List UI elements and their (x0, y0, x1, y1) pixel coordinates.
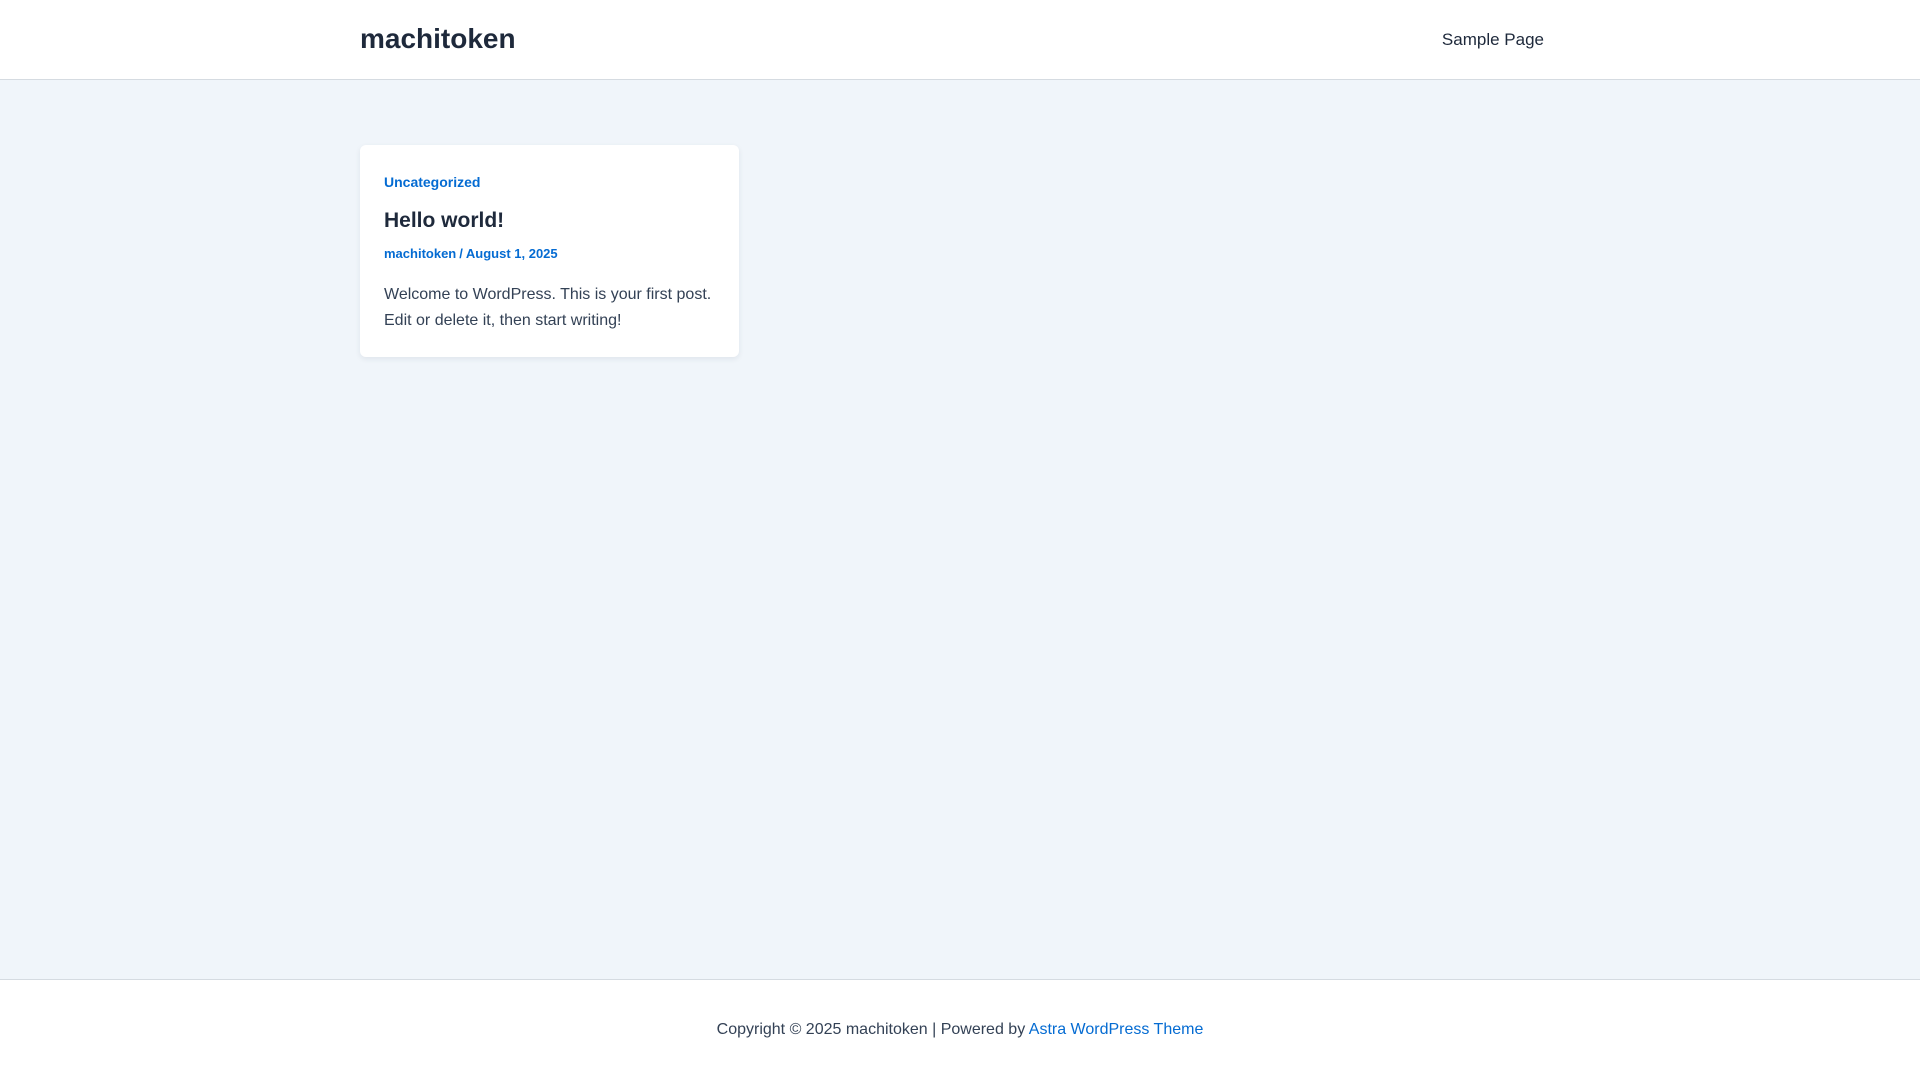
nav-item-sample-page[interactable]: Sample Page (1442, 30, 1544, 50)
post-meta: machitoken / August 1, 2025 (384, 246, 558, 262)
post-date-link[interactable]: August 1, 2025 (466, 246, 558, 261)
main-navigation: Sample Page (1442, 0, 1544, 80)
post-excerpt: Welcome to WordPress. This is your first… (384, 286, 712, 329)
copyright-text: Copyright © 2025 machitoken | Powered by (716, 1021, 1026, 1038)
post-category-link[interactable]: Uncategorized (384, 173, 480, 191)
site-footer: Copyright © 2025 machitoken | Powered by… (0, 979, 1920, 1080)
post-card: Uncategorized Hello world! machitoken / Au… (360, 145, 739, 357)
footer-copyright: Copyright © 2025 machitoken | Powered by… (0, 1020, 1920, 1040)
theme-credit-link[interactable]: Astra WordPress Theme (1029, 1021, 1204, 1038)
site-header: machitoken Sample Page (0, 0, 1920, 80)
site-title-link[interactable]: machitoken (360, 22, 516, 56)
post-title-link[interactable]: Hello world! (384, 208, 504, 234)
meta-separator: / (459, 246, 463, 261)
post-author-link[interactable]: machitoken (384, 246, 456, 261)
